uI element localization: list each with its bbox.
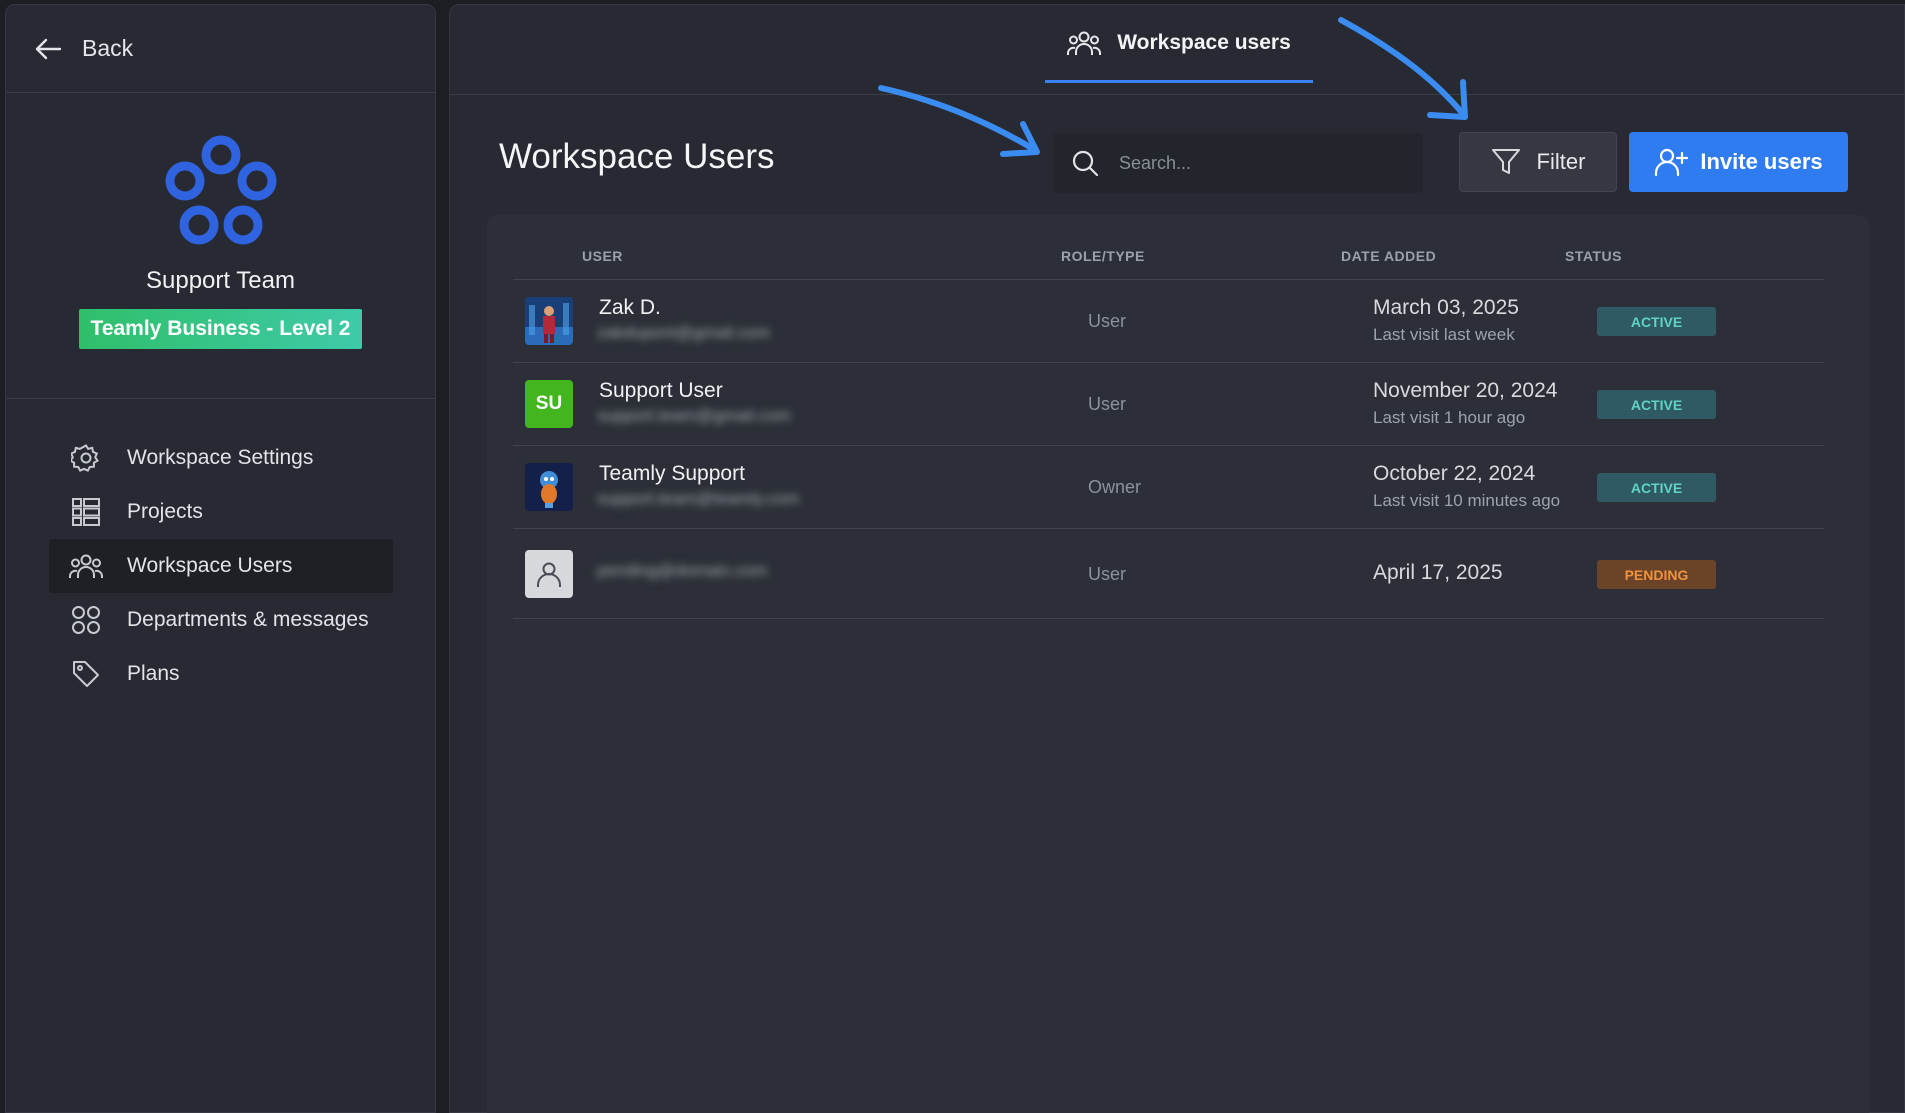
arrow-left-icon xyxy=(34,34,64,64)
users-table: USER ROLE/TYPE DATE ADDED STATUS Zak D. xyxy=(487,215,1869,1113)
last-visit: Last visit 10 minutes ago xyxy=(1373,491,1561,510)
user-role: User xyxy=(1088,564,1127,584)
back-label: Back xyxy=(82,35,134,61)
tab-bar: Workspace users xyxy=(450,5,1904,95)
date-added: April 17, 2025 xyxy=(1373,561,1503,584)
search-icon xyxy=(1071,148,1101,178)
avatar: SU xyxy=(525,380,573,428)
user-email: zakdupont@gmail.com xyxy=(597,323,771,342)
status-badge: ACTIVE xyxy=(1597,473,1716,502)
back-button[interactable]: Back xyxy=(6,5,435,93)
workspace-name: Support Team xyxy=(146,267,295,294)
column-header-role[interactable]: ROLE/TYPE xyxy=(1061,248,1145,264)
tag-icon xyxy=(69,657,103,691)
filter-icon xyxy=(1491,146,1523,178)
date-added: October 22, 2024 xyxy=(1373,462,1536,485)
user-email: pending@domain.com xyxy=(597,561,768,580)
status-badge: ACTIVE xyxy=(1597,307,1716,336)
users-icon xyxy=(1067,28,1103,58)
table-row[interactable]: Zak D. zakdupont@gmail.com User March 03… xyxy=(513,280,1824,363)
column-header-status[interactable]: STATUS xyxy=(1565,248,1622,264)
table-row[interactable]: Teamly Support support.team@teamly.com O… xyxy=(513,446,1824,529)
status-badge: ACTIVE xyxy=(1597,390,1716,419)
sidebar-item-plans[interactable]: Plans xyxy=(49,647,393,701)
sidebar-item-projects[interactable]: Projects xyxy=(49,485,393,539)
gear-icon xyxy=(69,441,103,475)
user-placeholder-icon xyxy=(537,562,561,587)
user-role: User xyxy=(1088,394,1127,414)
tab-workspace-users[interactable]: Workspace users xyxy=(1045,5,1313,83)
avatar xyxy=(525,463,573,511)
tab-label: Workspace users xyxy=(1117,30,1291,54)
add-user-icon xyxy=(1654,146,1689,178)
users-icon xyxy=(69,549,103,583)
column-header-date-added[interactable]: DATE ADDED xyxy=(1341,248,1436,264)
avatar xyxy=(525,297,573,345)
user-name: Support User xyxy=(599,379,723,402)
user-email: support.team@gmail.com xyxy=(597,406,791,425)
sidebar-item-label: Workspace Settings xyxy=(127,446,314,469)
sidebar-item-label: Projects xyxy=(127,500,203,523)
sidebar-item-label: Plans xyxy=(127,662,180,685)
user-name: Zak D. xyxy=(599,296,661,319)
sidebar-item-label: Departments & messages xyxy=(127,608,369,631)
workspace-logo-icon xyxy=(165,135,276,245)
sidebar-item-label: Workspace Users xyxy=(127,554,293,577)
last-visit: Last visit last week xyxy=(1373,325,1515,344)
date-added: March 03, 2025 xyxy=(1373,296,1519,319)
table-header: USER ROLE/TYPE DATE ADDED STATUS xyxy=(513,215,1824,280)
user-email: support.team@teamly.com xyxy=(597,489,800,508)
invite-users-label: Invite users xyxy=(1700,149,1823,174)
avatar-initials: SU xyxy=(535,393,563,414)
sidebar-nav: Workspace Settings Projects Workspace Us… xyxy=(6,399,435,701)
search-box[interactable] xyxy=(1053,133,1423,193)
filter-label: Filter xyxy=(1536,149,1586,174)
sidebar: Back Support Team Teamly Business - Leve… xyxy=(5,4,436,1113)
four-circles-icon xyxy=(69,603,103,637)
main-panel: Workspace users Workspace Users Filter I… xyxy=(449,4,1905,1113)
filter-button[interactable]: Filter xyxy=(1459,132,1617,192)
invite-users-button[interactable]: Invite users xyxy=(1629,132,1848,192)
grid-list-icon xyxy=(69,495,103,529)
table-row[interactable]: pending@domain.com User April 17, 2025 P… xyxy=(513,529,1824,619)
sidebar-item-departments[interactable]: Departments & messages xyxy=(49,593,393,647)
sidebar-item-workspace-users[interactable]: Workspace Users xyxy=(49,539,393,593)
user-name: Teamly Support xyxy=(599,462,745,485)
table-row[interactable]: SU Support User support.team@gmail.com U… xyxy=(513,363,1824,446)
user-role: Owner xyxy=(1088,477,1142,497)
workspace-info: Support Team Teamly Business - Level 2 xyxy=(6,93,435,399)
avatar xyxy=(525,550,573,598)
search-input[interactable] xyxy=(1119,152,1399,174)
plan-badge[interactable]: Teamly Business - Level 2 xyxy=(78,309,363,349)
last-visit: Last visit 1 hour ago xyxy=(1373,408,1526,427)
date-added: November 20, 2024 xyxy=(1373,379,1558,402)
user-role: User xyxy=(1088,311,1127,331)
status-badge: PENDING xyxy=(1597,560,1716,589)
sidebar-item-workspace-settings[interactable]: Workspace Settings xyxy=(49,431,393,485)
page-title: Workspace Users xyxy=(499,137,775,176)
column-header-user[interactable]: USER xyxy=(582,248,623,264)
